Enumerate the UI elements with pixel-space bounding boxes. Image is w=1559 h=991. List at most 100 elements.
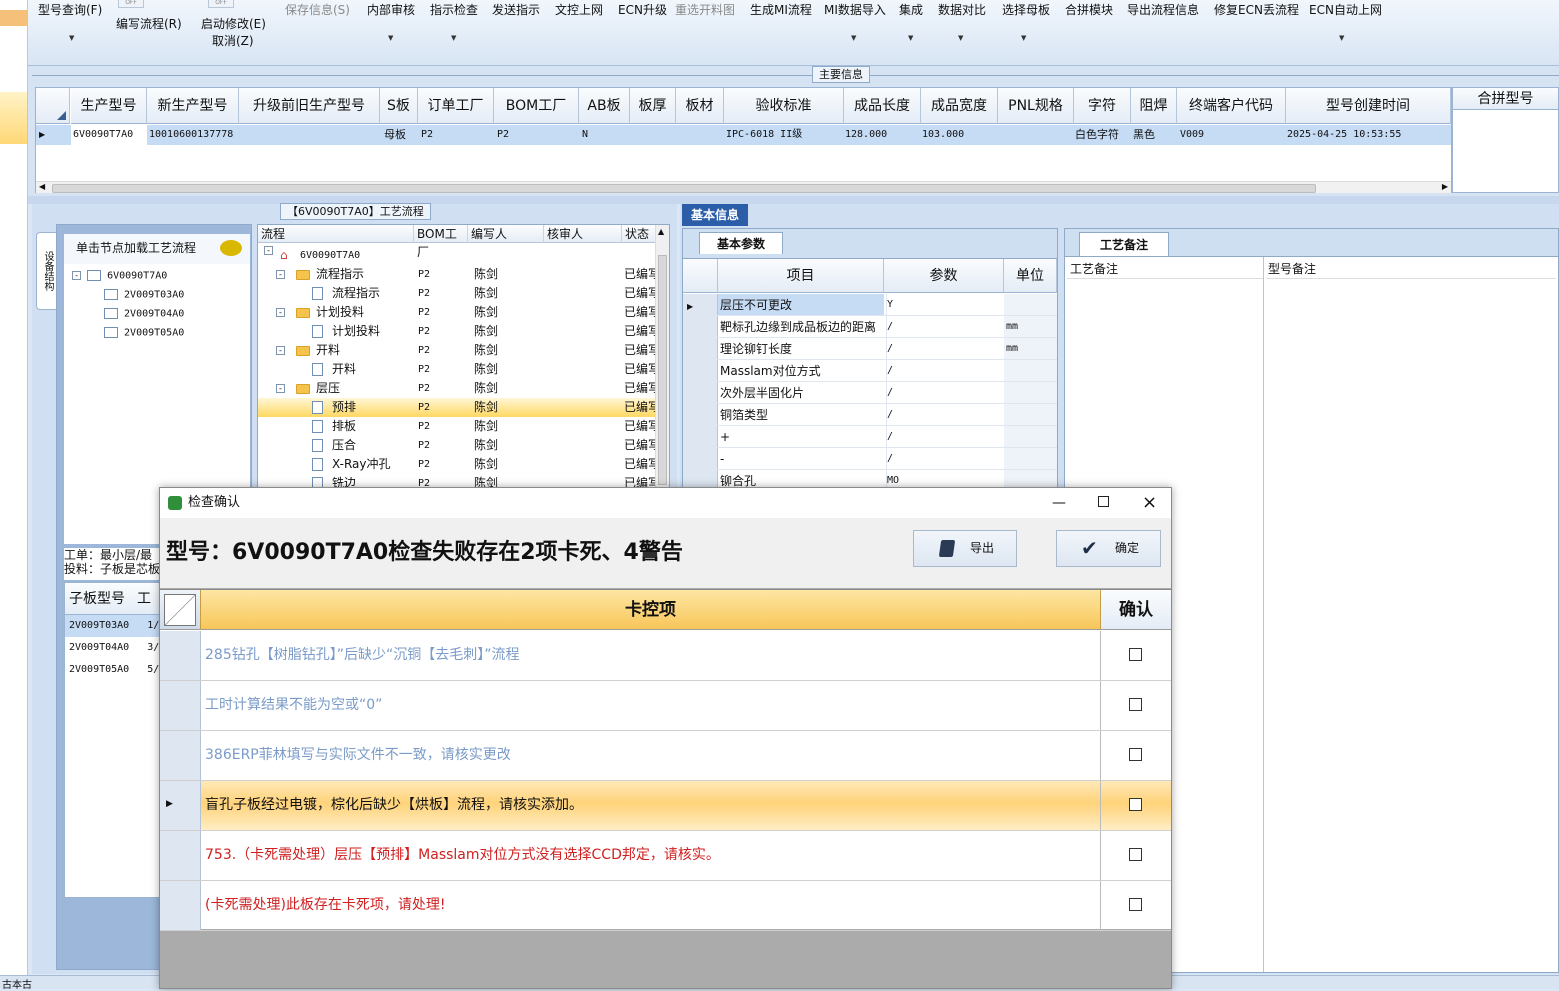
merge-model-grid[interactable]: 合拼型号	[1452, 87, 1559, 193]
cell-s-board[interactable]: 母板	[380, 125, 418, 145]
grid-corner[interactable]	[160, 590, 201, 630]
confirm-checkbox[interactable]	[1129, 748, 1142, 761]
chevron-down-icon[interactable]: ▼	[388, 34, 393, 42]
col-header[interactable]: 成品宽度	[921, 88, 998, 124]
chevron-down-icon[interactable]: ▼	[451, 34, 456, 42]
param-row[interactable]: Masslam对位方式 /	[683, 360, 1057, 382]
toolbar-instruction-check[interactable]: 指示检查	[430, 1, 478, 18]
sub-board-table[interactable]: 子板型号工 2V009T03A0 1/ 2V009T04A0 3/ 2V009T05…	[64, 582, 160, 898]
cell-acceptance[interactable]: IPC-6018 II级	[726, 125, 844, 145]
tab-basic-info[interactable]: 基本信息	[682, 204, 748, 226]
flow-tree-row[interactable]: - 层压 P2 陈剑 已编写	[258, 379, 656, 398]
col-header[interactable]: 新生产型号	[147, 88, 239, 124]
toolbar-merge-module[interactable]: 合拼模块	[1065, 1, 1113, 18]
flow-tree-row[interactable]: - 开料 P2 陈剑 已编写	[258, 341, 656, 360]
toolbar-doc-online[interactable]: 文控上网	[555, 1, 603, 18]
check-item-row[interactable]: (卡死需处理)此板存在卡死项，请处理!	[160, 881, 1171, 931]
cell-created[interactable]: 2025-04-25 10:53:55	[1287, 125, 1447, 145]
cell-width[interactable]: 103.000	[922, 125, 998, 145]
chevron-down-icon[interactable]: ▼	[69, 34, 74, 42]
check-item-row[interactable]: 工时计算结果不能为空或“0”	[160, 681, 1171, 731]
basic-param-grid[interactable]: 基本参数 项目 参数 单位 ▶ 层压不可更改 Y 靶标孔边缘到成品板边的距离 / mm 理论…	[682, 228, 1058, 492]
toolbar-integrate[interactable]: 集成	[899, 1, 923, 18]
flow-col-header[interactable]: 流程	[258, 225, 414, 243]
left-nav-selected-item[interactable]	[0, 92, 27, 144]
param-value[interactable]: /	[886, 404, 1004, 425]
toolbar-reselect-cut[interactable]: 重选开料图	[675, 1, 735, 18]
col-header-check-item[interactable]: 卡控项	[201, 590, 1101, 630]
scrollbar-thumb[interactable]	[52, 184, 1316, 193]
confirm-checkbox[interactable]	[1129, 898, 1142, 911]
col-header[interactable]: 升级前旧生产型号	[239, 88, 380, 124]
check-item-row[interactable]: 285钻孔【树脂钻孔】”后缺少“沉铜【去毛刺】”流程	[160, 631, 1171, 681]
tree-node-root[interactable]: - 6V0090T7A0	[72, 270, 167, 282]
col-header[interactable]: BOM工厂	[494, 88, 579, 124]
col-header-confirm[interactable]: 确认	[1101, 590, 1171, 630]
chevron-down-icon[interactable]: ▼	[1021, 34, 1026, 42]
cell-order-factory[interactable]: P2	[421, 125, 491, 145]
flow-tree-row[interactable]: 开料 P2 陈剑 已编写	[258, 360, 656, 379]
col-header[interactable]: 成品长度	[844, 88, 921, 124]
table-row[interactable]: 2V009T04A0 3/	[65, 637, 159, 659]
flow-tree-row[interactable]: X-Ray冲孔 P2 陈剑 已编写	[258, 455, 656, 474]
cell-length[interactable]: 128.000	[845, 125, 921, 145]
toolbar-generate-mi[interactable]: 生成MI流程	[750, 1, 812, 18]
tree-node[interactable]: 2V009T05A0	[104, 327, 184, 339]
param-value[interactable]: /	[886, 316, 1004, 337]
col-header[interactable]: 板厚	[630, 88, 676, 124]
col-header[interactable]: 终端客户代码	[1177, 88, 1286, 124]
cell-new-model[interactable]: 10010600137778	[147, 125, 239, 145]
cell-bom-factory[interactable]: P2	[497, 125, 577, 145]
flow-col-header[interactable]: 编写人	[468, 225, 544, 243]
col-header[interactable]: 单位	[1004, 259, 1057, 293]
close-icon[interactable]: ×	[1142, 488, 1157, 518]
dialog-titlebar[interactable]: 检查确认 — ×	[160, 488, 1171, 518]
export-button[interactable]: 导出	[913, 530, 1017, 567]
col-header[interactable]: 参数	[884, 259, 1004, 293]
col-header[interactable]: 项目	[718, 259, 884, 293]
merge-header[interactable]: 合拼型号	[1453, 88, 1558, 110]
toolbar-data-compare[interactable]: 数据对比	[938, 1, 986, 18]
check-item-row[interactable]: 386ERP菲林填写与实际文件不一致，请核实更改	[160, 731, 1171, 781]
col-header[interactable]: PNL规格	[998, 88, 1074, 124]
toolbar-start-modify[interactable]: 启动修改(E)	[201, 15, 266, 32]
confirm-checkbox[interactable]	[1129, 848, 1142, 861]
cell-customer[interactable]: V009	[1180, 125, 1280, 145]
flow-tree-row[interactable]: 预排 P2 陈剑 已编写	[258, 398, 656, 417]
col-header[interactable]: 验收标准	[724, 88, 844, 124]
arrow-left-icon[interactable]: ◀	[39, 182, 45, 191]
minimize-icon[interactable]: —	[1052, 488, 1066, 518]
tab-basic-params[interactable]: 基本参数	[699, 232, 783, 254]
flow-root-node[interactable]: - ⌂ 6V0090T7A0	[258, 246, 656, 265]
tab-craft-notes[interactable]: 工艺备注	[1079, 232, 1169, 256]
cell-ab-board[interactable]: N	[582, 125, 622, 145]
chevron-down-icon[interactable]: ▼	[1339, 34, 1344, 42]
flow-col-header[interactable]: 状态	[622, 225, 656, 243]
table-row[interactable]: 2V009T05A0 5/	[65, 659, 159, 681]
left-nav-active-marker[interactable]	[0, 10, 27, 26]
param-value[interactable]: /	[886, 338, 1004, 359]
col-header[interactable]: AB板	[579, 88, 630, 124]
vertical-scrollbar[interactable]: ▲	[655, 225, 669, 487]
flow-tree-row[interactable]: 流程指示 P2 陈剑 已编写	[258, 284, 656, 303]
check-items-grid[interactable]: 卡控项 确认 285钻孔【树脂钻孔】”后缺少“沉铜【去毛刺】”流程 工时计算结果不…	[160, 589, 1171, 931]
param-value[interactable]: /	[886, 448, 1004, 469]
arrow-up-icon[interactable]: ▲	[658, 227, 664, 236]
param-value[interactable]: /	[886, 426, 1004, 447]
col-header[interactable]: S板	[380, 88, 418, 124]
sub-board-header[interactable]: 子板型号工	[65, 583, 159, 615]
toolbar-mi-import[interactable]: MI数据导入	[824, 1, 886, 18]
confirm-checkbox[interactable]	[1129, 648, 1142, 661]
param-row[interactable]: 理论铆钉长度 / mm	[683, 338, 1057, 360]
flow-col-header[interactable]: 核审人	[544, 225, 622, 243]
maximize-icon[interactable]	[1098, 496, 1109, 507]
col-header[interactable]: 字符	[1074, 88, 1131, 124]
param-row[interactable]: 次外层半固化片 /	[683, 382, 1057, 404]
param-row[interactable]: - /	[683, 448, 1057, 470]
confirm-checkbox[interactable]	[1129, 698, 1142, 711]
splitter[interactable]	[28, 196, 1559, 204]
model-grid[interactable]: 生产型号 新生产型号 升级前旧生产型号 S板 订单工厂 BOM工厂 AB板 板厚…	[35, 87, 1452, 193]
toolbar-cancel[interactable]: 取消(Z)	[212, 32, 254, 49]
flow-tree-row[interactable]: 计划投料 P2 陈剑 已编写	[258, 322, 656, 341]
confirm-checkbox[interactable]	[1129, 798, 1142, 811]
